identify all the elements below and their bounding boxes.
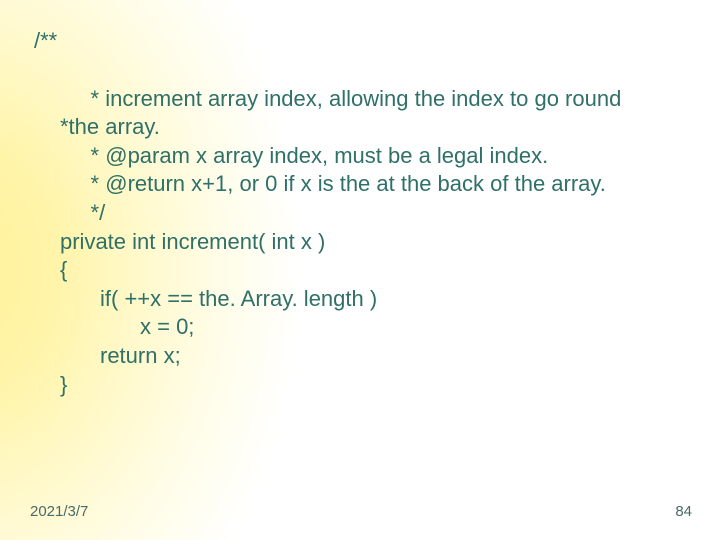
- code-line: {: [60, 257, 67, 282]
- code-line: if( ++x == the. Array. length ): [100, 286, 377, 311]
- footer-date: 2021/3/7: [30, 503, 88, 520]
- code-line: x = 0;: [140, 314, 194, 339]
- footer-page-number: 84: [675, 503, 692, 520]
- code-line: *the array.: [60, 114, 160, 139]
- comment-open: /**: [34, 28, 57, 54]
- code-block: * increment array index, allowing the in…: [60, 56, 680, 428]
- code-line: * @param x array index, must be a legal …: [60, 143, 548, 168]
- code-line: */: [60, 200, 105, 225]
- slide: /** * increment array index, allowing th…: [0, 0, 720, 540]
- code-line: * @return x+1, or 0 if x is the at the b…: [60, 171, 606, 196]
- code-line: private int increment( int x ): [60, 229, 325, 254]
- code-line: }: [60, 372, 67, 397]
- code-line: return x;: [100, 343, 181, 368]
- code-line: * increment array index, allowing the in…: [60, 86, 621, 111]
